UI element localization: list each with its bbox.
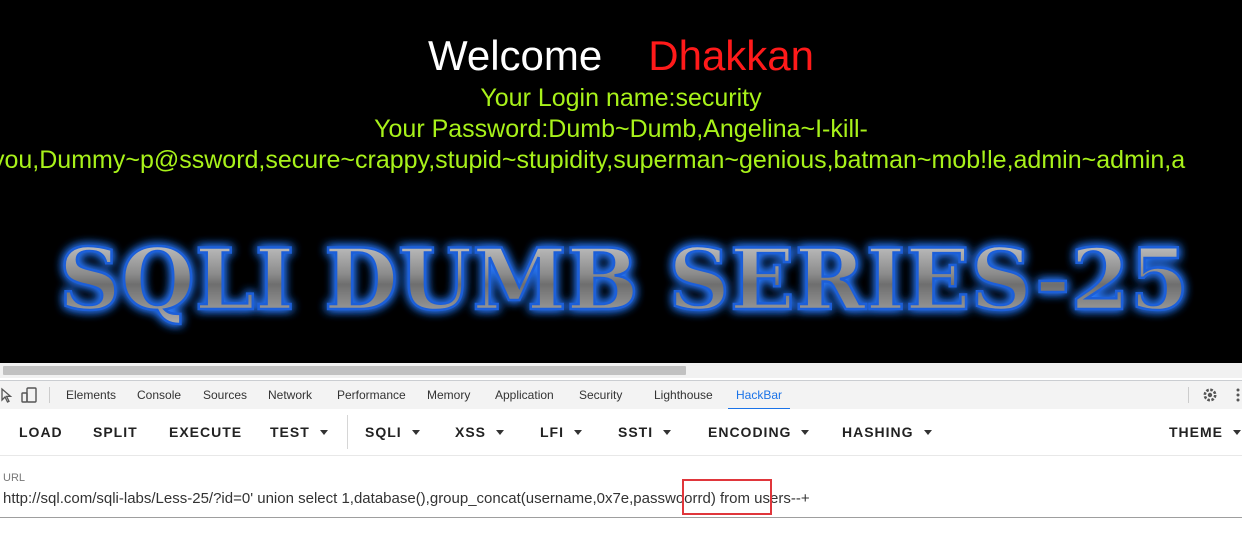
tab-application[interactable]: Application	[495, 381, 554, 409]
chevron-down-icon	[319, 429, 328, 435]
xss-label: XSS	[455, 424, 487, 440]
tab-hackbar[interactable]: HackBar	[727, 381, 791, 410]
execute-button[interactable]: EXECUTE	[169, 409, 242, 455]
hackbar-toolbar: LOAD SPLIT EXECUTE TEST SQLI XSS LFI SST…	[0, 409, 1242, 456]
toolbar-divider	[347, 415, 348, 449]
chevron-down-icon	[411, 429, 420, 435]
split-button[interactable]: SPLIT	[93, 409, 138, 455]
test-label: TEST	[270, 424, 310, 440]
highlight-annotation-box	[682, 479, 772, 515]
tab-console[interactable]: Console	[137, 381, 181, 409]
load-button[interactable]: LOAD	[19, 409, 63, 455]
sqli-dropdown[interactable]: SQLI	[365, 409, 420, 455]
test-dropdown[interactable]: TEST	[270, 409, 328, 455]
theme-label: THEME	[1169, 424, 1223, 440]
url-label: URL	[3, 472, 26, 484]
chevron-down-icon	[1233, 429, 1241, 435]
tab-performance[interactable]: Performance	[337, 381, 406, 409]
device-toggle-icon[interactable]	[20, 385, 40, 405]
execute-label: EXECUTE	[169, 424, 243, 440]
sqli-label: SQLI	[365, 424, 402, 440]
login-name-line: Your Login name:security	[480, 84, 762, 112]
inspect-cursor-icon[interactable]	[0, 385, 16, 405]
tab-memory[interactable]: Memory	[427, 381, 470, 409]
tab-security[interactable]: Security	[579, 381, 622, 409]
username-word: Dhakkan	[648, 32, 815, 79]
chevron-down-icon	[574, 429, 582, 435]
banner-title: SQLI DUMB SERIES-25	[59, 230, 1189, 329]
encoding-label: ENCODING	[708, 424, 792, 440]
tab-separator	[1188, 387, 1189, 403]
url-input-underline	[0, 517, 1242, 518]
lfi-dropdown[interactable]: LFI	[540, 409, 582, 455]
hashing-dropdown[interactable]: HASHING	[842, 409, 932, 455]
web-page-viewport: Welcome Dhakkan Your Login name:security …	[0, 0, 1242, 363]
settings-gear-icon[interactable]	[1200, 385, 1220, 405]
xss-dropdown[interactable]: XSS	[455, 409, 505, 455]
theme-dropdown[interactable]: THEME	[1169, 409, 1241, 455]
ssti-label: SSTI	[618, 424, 654, 440]
tab-separator	[49, 387, 50, 403]
chevron-down-icon	[496, 429, 505, 435]
chevron-down-icon	[801, 429, 810, 435]
ssti-dropdown[interactable]: SSTI	[618, 409, 672, 455]
encoding-dropdown[interactable]: ENCODING	[708, 409, 810, 455]
tab-lighthouse[interactable]: Lighthouse	[654, 381, 713, 409]
split-label: SPLIT	[93, 424, 138, 440]
tab-sources[interactable]: Sources	[203, 381, 247, 409]
more-options-icon[interactable]	[1228, 385, 1242, 405]
password-line-1: Your Password:Dumb~Dumb,Angelina~I-kill-	[374, 115, 868, 143]
page-horizontal-scrollbar[interactable]	[0, 363, 1242, 378]
welcome-heading: Welcome Dhakkan	[0, 32, 1242, 80]
chevron-down-icon	[923, 429, 932, 435]
devtools-tab-bar: Elements Console Sources Network Perform…	[0, 380, 1242, 410]
url-panel: URL http://sql.com/sqli-labs/Less-25/?id…	[0, 456, 1242, 534]
sqli-series-banner: SQLI DUMB SERIES-25	[58, 229, 1191, 331]
lfi-label: LFI	[540, 424, 564, 440]
load-label: LOAD	[19, 424, 63, 440]
scrollbar-thumb[interactable]	[3, 366, 686, 375]
tab-elements[interactable]: Elements	[66, 381, 116, 409]
welcome-word: Welcome	[427, 32, 603, 79]
hashing-label: HASHING	[842, 424, 914, 440]
chevron-down-icon	[663, 429, 672, 435]
tab-network[interactable]: Network	[268, 381, 312, 409]
password-line-2: you,Dummy~p@ssword,secure~crappy,stupid~…	[0, 146, 1186, 174]
